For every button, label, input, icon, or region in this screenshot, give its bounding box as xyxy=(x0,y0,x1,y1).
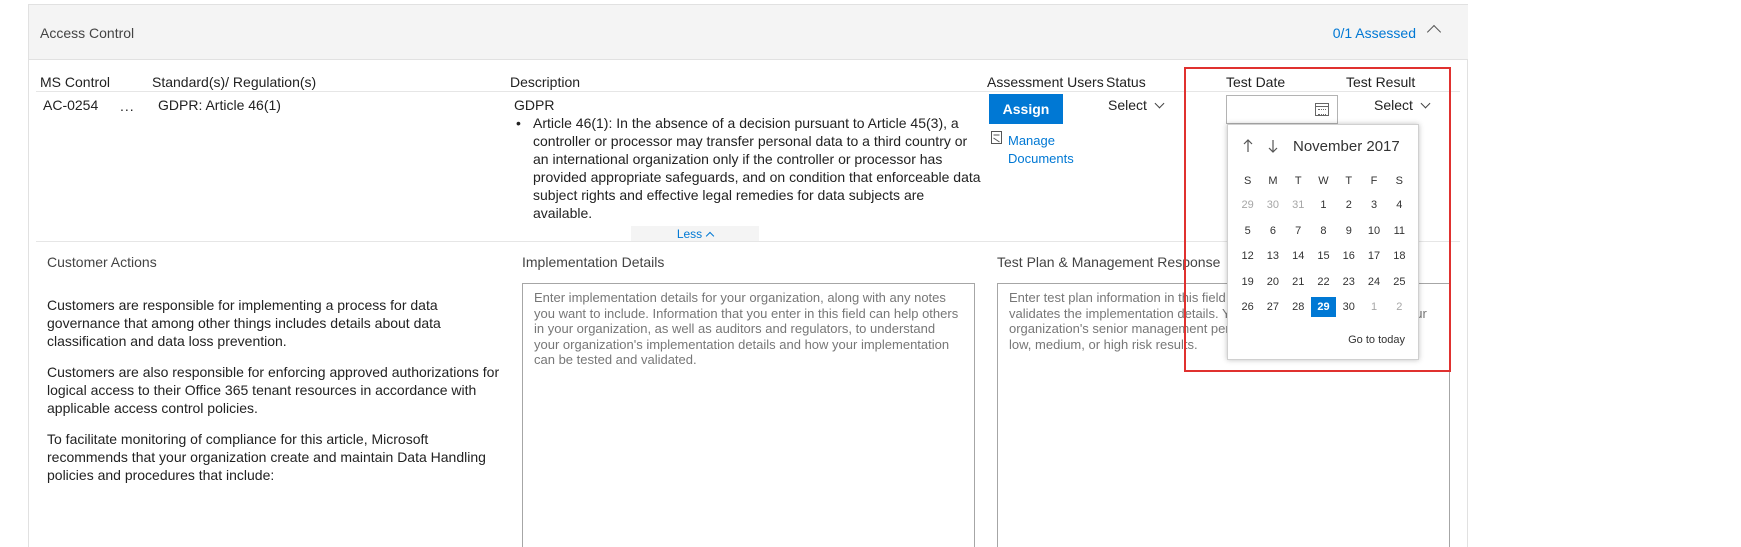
description-title: GDPR xyxy=(514,97,555,113)
customer-actions-label: Customer Actions xyxy=(47,254,157,270)
customer-paragraph: Customers are responsible for implementi… xyxy=(47,297,441,349)
assessed-count-link[interactable]: 0/1 Assessed xyxy=(1333,25,1416,41)
col-header-status: Status xyxy=(1106,74,1146,90)
implementation-placeholder: Enter implementation details for your or… xyxy=(534,290,959,367)
assign-button[interactable]: Assign xyxy=(989,94,1063,124)
highlight-annotation-box xyxy=(1184,67,1451,372)
description-bullet-item: • Article 46(1): In the absence of a dec… xyxy=(514,114,984,222)
col-header-description: Description xyxy=(510,74,581,90)
status-select-label: Select xyxy=(1108,97,1147,113)
more-options-button[interactable]: ... xyxy=(120,98,135,114)
less-label: Less xyxy=(676,227,703,241)
implementation-details-label: Implementation Details xyxy=(522,254,665,270)
manage-documents-link[interactable]: Manage Documents xyxy=(1008,132,1088,168)
section-title: Access Control xyxy=(40,25,135,41)
control-id: AC-0254 xyxy=(43,97,99,113)
customer-paragraph: Customers are also responsible for enfor… xyxy=(47,364,500,416)
customer-paragraph: To facilitate monitoring of compliance f… xyxy=(47,431,486,483)
customer-actions-text: Customers are responsible for implementi… xyxy=(47,296,507,497)
bullet-marker: • xyxy=(516,115,521,131)
col-header-ms-control: MS Control xyxy=(40,74,111,90)
standard-regulation: GDPR: Article 46(1) xyxy=(158,97,281,113)
section-header[interactable]: Access Control 0/1 Assessed xyxy=(29,4,1468,60)
col-header-assessment-users: Assessment Users xyxy=(987,74,1104,90)
chevron-down-icon xyxy=(1154,98,1165,109)
implementation-details-field[interactable]: Enter implementation details for your or… xyxy=(522,283,975,547)
status-dropdown[interactable]: Select xyxy=(1108,97,1165,113)
description-body: Article 46(1): In the absence of a decis… xyxy=(533,115,981,221)
less-toggle[interactable]: Less xyxy=(631,226,759,242)
chevron-up-icon[interactable] xyxy=(1426,24,1442,40)
col-header-standards: Standard(s)/ Regulation(s) xyxy=(152,74,317,90)
document-icon[interactable] xyxy=(990,131,1004,145)
chevron-up-icon xyxy=(705,231,715,241)
control-description: GDPR • Article 46(1): In the absence of … xyxy=(514,96,984,222)
